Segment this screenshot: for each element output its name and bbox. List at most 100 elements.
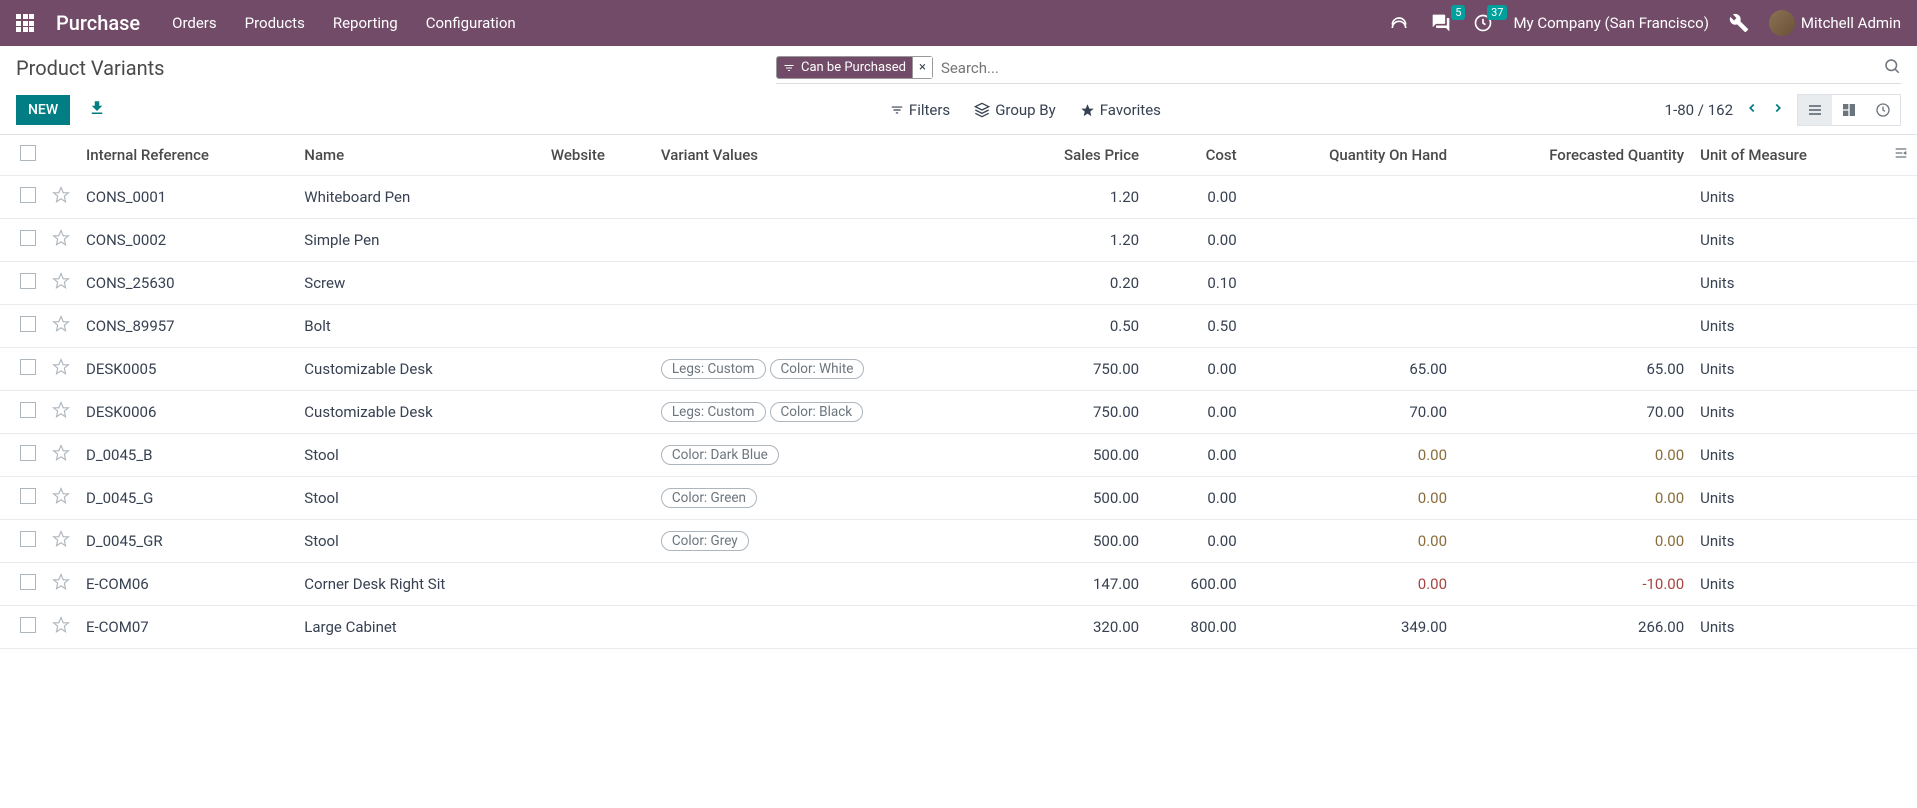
cell-website [543, 434, 653, 477]
cell-name: Stool [296, 434, 543, 477]
cell-ref: D_0045_B [78, 434, 296, 477]
messages-icon[interactable]: 5 [1429, 11, 1453, 35]
row-checkbox[interactable] [20, 617, 36, 633]
cell-variant: Color: Dark Blue [653, 434, 1004, 477]
pager-text[interactable]: 1-80 / 162 [1665, 101, 1733, 119]
col-name[interactable]: Name [296, 135, 543, 176]
row-checkbox[interactable] [20, 488, 36, 504]
cell-ref: DESK0006 [78, 391, 296, 434]
table-row[interactable]: DESK0006 Customizable Desk Legs: CustomC… [0, 391, 1917, 434]
search-icon[interactable] [1883, 57, 1901, 79]
col-variant[interactable]: Variant Values [653, 135, 1004, 176]
cell-uom: Units [1692, 606, 1885, 649]
cell-name: Large Cabinet [296, 606, 543, 649]
favorite-star-icon[interactable] [52, 405, 70, 423]
favorite-star-icon[interactable] [52, 577, 70, 595]
row-checkbox[interactable] [20, 574, 36, 590]
favorite-star-icon[interactable] [52, 276, 70, 294]
cell-qty: 349.00 [1245, 606, 1455, 649]
table-row[interactable]: CONS_89957 Bolt 0.50 0.50 Units [0, 305, 1917, 348]
cell-ref: CONS_89957 [78, 305, 296, 348]
pager-next[interactable] [1771, 101, 1785, 119]
favorite-star-icon[interactable] [52, 319, 70, 337]
favorite-star-icon[interactable] [52, 491, 70, 509]
row-checkbox[interactable] [20, 445, 36, 461]
cell-name: Stool [296, 477, 543, 520]
row-checkbox[interactable] [20, 531, 36, 547]
favorite-star-icon[interactable] [52, 233, 70, 251]
view-kanban[interactable] [1832, 95, 1866, 125]
apps-icon[interactable] [16, 14, 34, 32]
favorite-star-icon[interactable] [52, 362, 70, 380]
new-button[interactable]: NEW [16, 95, 70, 125]
row-checkbox[interactable] [20, 359, 36, 375]
row-checkbox[interactable] [20, 273, 36, 289]
col-qty[interactable]: Quantity On Hand [1245, 135, 1455, 176]
cell-uom: Units [1692, 563, 1885, 606]
menu-reporting[interactable]: Reporting [333, 14, 398, 32]
table-row[interactable]: CONS_25630 Screw 0.20 0.10 Units [0, 262, 1917, 305]
row-checkbox[interactable] [20, 230, 36, 246]
table-row[interactable]: E-COM07 Large Cabinet 320.00 800.00 349.… [0, 606, 1917, 649]
table-row[interactable]: D_0045_B Stool Color: Dark Blue 500.00 0… [0, 434, 1917, 477]
favorite-star-icon[interactable] [52, 448, 70, 466]
support-icon[interactable] [1387, 11, 1411, 35]
row-checkbox[interactable] [20, 402, 36, 418]
remove-facet[interactable]: × [912, 57, 932, 78]
cell-name: Bolt [296, 305, 543, 348]
optional-columns-icon[interactable] [1893, 147, 1909, 165]
filters-dropdown[interactable]: Filters [890, 101, 950, 119]
cell-qty: 0.00 [1245, 563, 1455, 606]
col-price[interactable]: Sales Price [1004, 135, 1147, 176]
cell-ref: CONS_25630 [78, 262, 296, 305]
col-website[interactable]: Website [543, 135, 653, 176]
cell-forecast: -10.00 [1455, 563, 1692, 606]
cell-price: 147.00 [1004, 563, 1147, 606]
cell-variant [653, 606, 1004, 649]
table-row[interactable]: D_0045_G Stool Color: Green 500.00 0.00 … [0, 477, 1917, 520]
groupby-dropdown[interactable]: Group By [974, 101, 1056, 119]
activities-icon[interactable]: 37 [1471, 11, 1495, 35]
cell-price: 500.00 [1004, 477, 1147, 520]
favorites-dropdown[interactable]: Favorites [1080, 101, 1161, 119]
cell-variant: Legs: CustomColor: White [653, 348, 1004, 391]
avatar [1769, 10, 1795, 36]
favorite-star-icon[interactable] [52, 534, 70, 552]
debug-icon[interactable] [1727, 11, 1751, 35]
cell-cost: 0.00 [1147, 520, 1245, 563]
menu-products[interactable]: Products [245, 14, 305, 32]
view-activity[interactable] [1866, 95, 1900, 125]
cell-website [543, 477, 653, 520]
company-selector[interactable]: My Company (San Francisco) [1513, 14, 1708, 32]
col-forecast[interactable]: Forecasted Quantity [1455, 135, 1692, 176]
pager-prev[interactable] [1745, 101, 1759, 119]
select-all-checkbox[interactable] [20, 145, 36, 161]
app-brand[interactable]: Purchase [56, 11, 140, 35]
table-row[interactable]: CONS_0002 Simple Pen 1.20 0.00 Units [0, 219, 1917, 262]
user-menu[interactable]: Mitchell Admin [1769, 10, 1901, 36]
col-ref[interactable]: Internal Reference [78, 135, 296, 176]
download-icon[interactable] [88, 99, 106, 121]
table-row[interactable]: CONS_0001 Whiteboard Pen 1.20 0.00 Units [0, 176, 1917, 219]
cell-price: 0.50 [1004, 305, 1147, 348]
search-facet[interactable]: Can be Purchased × [776, 56, 933, 79]
row-checkbox[interactable] [20, 187, 36, 203]
row-checkbox[interactable] [20, 316, 36, 332]
search-input[interactable] [941, 59, 1875, 77]
cell-website [543, 305, 653, 348]
cell-forecast [1455, 176, 1692, 219]
table-row[interactable]: DESK0005 Customizable Desk Legs: CustomC… [0, 348, 1917, 391]
favorite-star-icon[interactable] [52, 620, 70, 638]
menu-orders[interactable]: Orders [172, 14, 217, 32]
view-list[interactable] [1798, 95, 1832, 125]
table-row[interactable]: E-COM06 Corner Desk Right Sit 147.00 600… [0, 563, 1917, 606]
col-uom[interactable]: Unit of Measure [1692, 135, 1885, 176]
activities-badge: 37 [1487, 5, 1507, 20]
favorite-star-icon[interactable] [52, 190, 70, 208]
table-row[interactable]: D_0045_GR Stool Color: Grey 500.00 0.00 … [0, 520, 1917, 563]
col-cost[interactable]: Cost [1147, 135, 1245, 176]
cell-forecast [1455, 219, 1692, 262]
menu-configuration[interactable]: Configuration [426, 14, 516, 32]
cell-uom: Units [1692, 305, 1885, 348]
cell-price: 0.20 [1004, 262, 1147, 305]
